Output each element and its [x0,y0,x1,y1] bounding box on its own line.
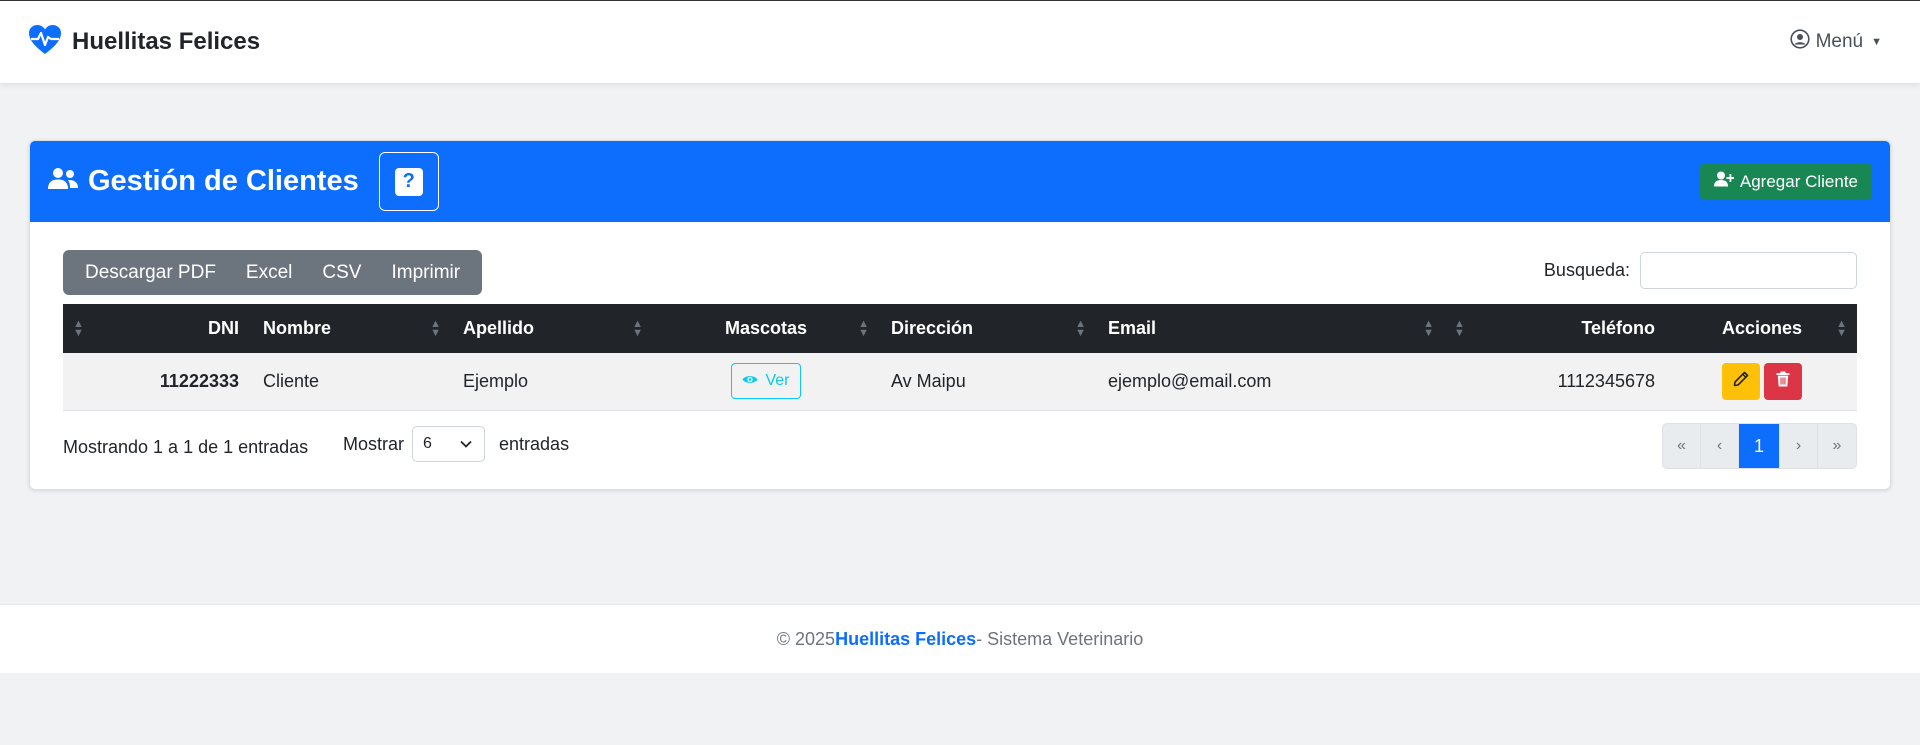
search-label: Busqueda: [1543,260,1630,280]
user-circle-icon [1789,29,1810,55]
heart-pulse-icon [28,24,62,61]
add-client-button[interactable]: Agregar Cliente [1699,163,1872,200]
cell-dni: 11222333 [159,370,239,391]
col-telefono-label: Teléfono [1581,318,1655,338]
chevron-down-icon [460,435,472,453]
page-title: Gestión de Clientes [88,165,359,197]
sort-icon: ▲ ▼ [1836,317,1847,339]
pagination: « ‹ 1 › » [1662,423,1857,469]
eye-icon [742,372,758,390]
view-pets-label: Ver [765,372,790,390]
col-acciones[interactable]: Acciones ▲ ▼ [1667,304,1857,353]
export-button-group: Descargar PDF Excel CSV Imprimir [63,250,483,295]
user-plus-icon [1713,171,1735,192]
sort-icon: ▲ ▼ [430,317,441,339]
sort-icon: ▲ ▼ [858,317,869,339]
table-toolbar: Descargar PDF Excel CSV Imprimir Busqued… [63,250,1857,295]
navbar: Huellitas Felices Menú ▼ [0,0,1920,83]
sort-icon: ▲ ▼ [73,317,84,339]
question-icon: ? [394,167,423,196]
col-email-label: Email [1108,318,1157,338]
download-pdf-button[interactable]: Descargar PDF [70,262,231,284]
trash-icon [1776,371,1790,392]
col-mascotas[interactable]: Mascotas ▲ ▼ [653,304,879,353]
sort-icon: ▲ ▼ [1454,317,1465,339]
edit-button[interactable] [1722,362,1760,400]
add-client-label: Agregar Cliente [1739,171,1858,191]
caret-down-icon: ▼ [1871,36,1882,48]
col-dni-label: DNI [208,318,239,338]
col-direccion[interactable]: Dirección ▲ ▼ [879,304,1096,353]
cell-acciones [1667,353,1857,410]
sort-icon: ▲ ▼ [1075,317,1086,339]
cell-telefono: 1112345678 [1557,370,1655,391]
brand[interactable]: Huellitas Felices [28,24,260,61]
col-email[interactable]: Email ▲ ▼ [1096,304,1444,353]
table-row: 11222333 Cliente Ejemplo Ver Av Maipu ej… [63,353,1857,410]
search-box: Busqueda: [1544,252,1857,289]
sort-icon: ▲ ▼ [1423,317,1434,339]
table-footer: Mostrando 1 a 1 de 1 entradas Mostrar 6 … [63,423,1857,471]
col-mascotas-label: Mascotas [724,318,808,338]
page-1-button[interactable]: 1 [1739,424,1780,468]
print-button[interactable]: Imprimir [376,262,475,284]
users-icon [48,167,78,196]
col-direccion-label: Dirección [891,318,974,338]
excel-button[interactable]: Excel [231,262,307,284]
col-acciones-label: Acciones [1721,318,1803,338]
col-nombre-label: Nombre [263,318,332,338]
first-page-button[interactable]: « [1663,424,1701,468]
card-title: Gestión de Clientes ? [48,152,439,211]
table-info: Mostrando 1 a 1 de 1 entradas [63,437,309,457]
delete-button[interactable] [1764,362,1802,400]
footer-suffix: - Sistema Veterinario [976,628,1144,649]
card-header: Gestión de Clientes ? Agregar Cliente [30,141,1890,222]
cell-apellido: Ejemplo [463,370,529,391]
help-button[interactable]: ? [378,152,439,211]
col-dni[interactable]: ▲ ▼ DNI [63,304,251,353]
col-apellido-label: Apellido [463,318,534,338]
entries-label: entradas [499,433,570,454]
clients-card: Gestión de Clientes ? Agregar Cliente De… [29,140,1891,490]
prev-page-button[interactable]: ‹ [1701,424,1739,468]
menu-dropdown[interactable]: Menú ▼ [1789,29,1882,55]
cell-email: ejemplo@email.com [1108,370,1272,391]
next-page-button[interactable]: › [1780,424,1818,468]
site-footer: © 2025 Huellitas Felices - Sistema Veteri… [0,604,1920,673]
page-size-select[interactable]: 6 [412,426,486,462]
show-label: Mostrar [343,433,405,454]
col-telefono[interactable]: ▲ ▼ Teléfono [1444,304,1667,353]
menu-label: Menú [1815,31,1864,52]
brand-text: Huellitas Felices [72,28,261,55]
csv-button[interactable]: CSV [307,262,376,284]
page-length: Mostrar 6 entradas [343,426,569,462]
footer-copyright: © 2025 [776,628,836,649]
sort-icon: ▲ ▼ [632,317,643,339]
cell-direccion: Av Maipu [891,370,966,391]
cell-mascotas: Ver [653,353,879,410]
table-header-row: ▲ ▼ DNI Nombre ▲ ▼ Apellido ▲ ▼ Mascotas ▲ ▼… [63,304,1857,353]
search-input[interactable] [1640,252,1857,289]
col-apellido[interactable]: Apellido ▲ ▼ [451,304,653,353]
view-pets-button[interactable]: Ver [731,363,801,400]
clients-table: ▲ ▼ DNI Nombre ▲ ▼ Apellido ▲ ▼ Mascotas ▲ ▼… [63,304,1857,411]
pencil-icon [1733,371,1749,392]
col-nombre[interactable]: Nombre ▲ ▼ [251,304,451,353]
footer-brand[interactable]: Huellitas Felices [835,629,976,650]
last-page-button[interactable]: » [1818,424,1856,468]
page-size-value: 6 [423,435,432,452]
cell-nombre: Cliente [263,370,320,391]
